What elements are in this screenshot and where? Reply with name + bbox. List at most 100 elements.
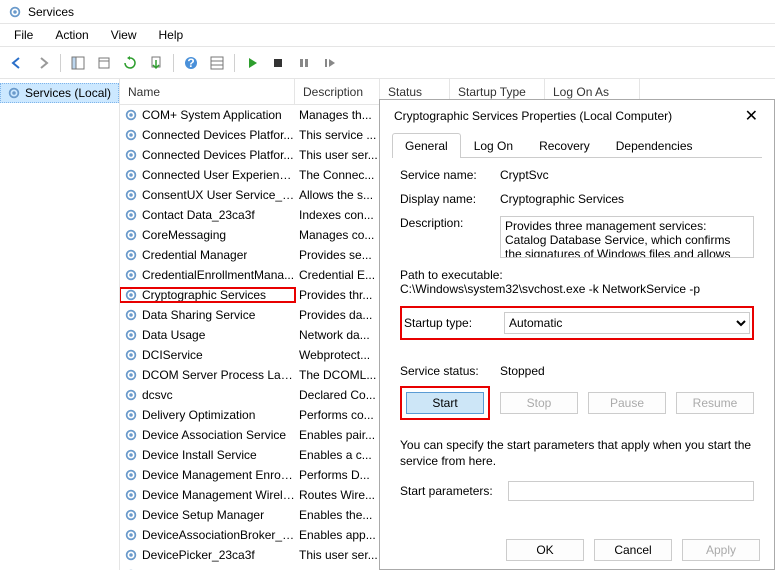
export-icon[interactable] bbox=[145, 52, 167, 74]
service-desc: Enables the... bbox=[295, 508, 380, 522]
service-desc: Provides se... bbox=[295, 248, 380, 262]
gear-icon bbox=[124, 448, 138, 462]
start-service-icon[interactable] bbox=[241, 52, 263, 74]
value-service-name: CryptSvc bbox=[500, 168, 754, 182]
dialog-titlebar: Cryptographic Services Properties (Local… bbox=[380, 100, 774, 132]
properties-icon[interactable] bbox=[93, 52, 115, 74]
gear-icon bbox=[7, 86, 21, 100]
service-name: Data Usage bbox=[142, 328, 205, 342]
tab-dependencies[interactable]: Dependencies bbox=[603, 133, 706, 158]
col-name[interactable]: Name bbox=[120, 79, 295, 104]
label-service-name: Service name: bbox=[400, 168, 500, 182]
service-name: Cryptographic Services bbox=[142, 288, 266, 302]
service-desc: Enables a c... bbox=[295, 448, 380, 462]
apply-button[interactable]: Apply bbox=[682, 539, 760, 561]
gear-icon bbox=[124, 248, 138, 262]
tree-root[interactable]: Services (Local) bbox=[0, 83, 119, 103]
service-name: CoreMessaging bbox=[142, 228, 226, 242]
service-desc: Webprotect... bbox=[295, 348, 380, 362]
service-name: Credential Manager bbox=[142, 248, 247, 262]
stop-service-icon[interactable] bbox=[267, 52, 289, 74]
dialog-footer: OK Cancel Apply bbox=[380, 531, 774, 569]
ok-button[interactable]: OK bbox=[506, 539, 584, 561]
app-icon bbox=[8, 5, 22, 19]
menu-file[interactable]: File bbox=[4, 26, 43, 44]
service-desc: Allows the s... bbox=[295, 188, 380, 202]
gear-icon bbox=[124, 128, 138, 142]
service-name: DCIService bbox=[142, 348, 203, 362]
menubar: File Action View Help bbox=[0, 24, 775, 47]
service-desc: The DCOML... bbox=[295, 368, 380, 382]
service-desc: The Connec... bbox=[295, 168, 380, 182]
detail-icon[interactable] bbox=[206, 52, 228, 74]
label-service-status: Service status: bbox=[400, 364, 500, 378]
service-desc: Network da... bbox=[295, 328, 380, 342]
label-start-params: Start parameters: bbox=[400, 484, 500, 498]
pause-service-icon[interactable] bbox=[293, 52, 315, 74]
gear-icon bbox=[124, 508, 138, 522]
service-name: DeviceAssociationBroker_23... bbox=[142, 528, 295, 542]
forward-icon[interactable] bbox=[32, 52, 54, 74]
service-desc: Routes Wire... bbox=[295, 488, 380, 502]
service-name: Device Setup Manager bbox=[142, 508, 264, 522]
toolbar: ? bbox=[0, 47, 775, 79]
help-icon[interactable]: ? bbox=[180, 52, 202, 74]
gear-icon bbox=[124, 548, 138, 562]
show-hide-tree-icon[interactable] bbox=[67, 52, 89, 74]
service-name: dcsvc bbox=[142, 388, 173, 402]
svg-text:?: ? bbox=[187, 56, 194, 70]
dialog-tabs: General Log On Recovery Dependencies bbox=[392, 132, 762, 158]
service-desc: Enables app... bbox=[295, 528, 380, 542]
menu-view[interactable]: View bbox=[101, 26, 147, 44]
gear-icon bbox=[124, 268, 138, 282]
service-name: Connected Devices Platfor... bbox=[142, 148, 293, 162]
service-desc: Declared Co... bbox=[295, 388, 380, 402]
dialog-form: Service name: CryptSvc Display name: Cry… bbox=[380, 158, 774, 531]
restart-service-icon[interactable] bbox=[319, 52, 341, 74]
gear-icon bbox=[124, 328, 138, 342]
service-name: Delivery Optimization bbox=[142, 408, 255, 422]
service-name: Device Install Service bbox=[142, 448, 257, 462]
service-desc: Provides da... bbox=[295, 308, 380, 322]
service-desc: Provides thr... bbox=[295, 288, 380, 302]
gear-icon bbox=[124, 468, 138, 482]
value-path: C:\Windows\system32\svchost.exe -k Netwo… bbox=[400, 282, 754, 296]
col-description[interactable]: Description bbox=[295, 79, 380, 104]
service-name: CredentialEnrollmentMana... bbox=[142, 268, 294, 282]
service-name: DevicePicker_23ca3f bbox=[142, 548, 255, 562]
close-icon[interactable]: ✕ bbox=[739, 106, 764, 126]
start-button[interactable]: Start bbox=[406, 392, 484, 414]
service-name: Contact Data_23ca3f bbox=[142, 208, 255, 222]
gear-icon bbox=[124, 168, 138, 182]
start-params-input[interactable] bbox=[508, 481, 754, 501]
gear-icon bbox=[124, 288, 138, 302]
service-desc: This user ser... bbox=[295, 548, 380, 562]
service-desc: Enables pair... bbox=[295, 428, 380, 442]
value-description[interactable]: Provides three management services: Cata… bbox=[500, 216, 754, 258]
tree-root-label: Services (Local) bbox=[25, 86, 111, 100]
stop-button[interactable]: Stop bbox=[500, 392, 578, 414]
gear-icon bbox=[124, 428, 138, 442]
tree-pane: Services (Local) bbox=[0, 79, 120, 570]
tab-general[interactable]: General bbox=[392, 133, 461, 158]
menu-action[interactable]: Action bbox=[45, 26, 98, 44]
pause-button[interactable]: Pause bbox=[588, 392, 666, 414]
value-service-status: Stopped bbox=[500, 364, 545, 378]
resume-button[interactable]: Resume bbox=[676, 392, 754, 414]
startup-type-select[interactable]: Automatic bbox=[504, 312, 750, 334]
back-icon[interactable] bbox=[6, 52, 28, 74]
label-startup-type: Startup type: bbox=[404, 316, 504, 330]
gear-icon bbox=[124, 388, 138, 402]
value-display-name: Cryptographic Services bbox=[500, 192, 754, 206]
startup-type-row: Startup type: Automatic bbox=[400, 306, 754, 340]
cancel-button[interactable]: Cancel bbox=[594, 539, 672, 561]
menu-help[interactable]: Help bbox=[149, 26, 194, 44]
gear-icon bbox=[124, 488, 138, 502]
tab-recovery[interactable]: Recovery bbox=[526, 133, 603, 158]
gear-icon bbox=[124, 408, 138, 422]
label-description: Description: bbox=[400, 216, 500, 230]
gear-icon bbox=[124, 228, 138, 242]
service-name: ConsentUX User Service_23... bbox=[142, 188, 295, 202]
refresh-icon[interactable] bbox=[119, 52, 141, 74]
tab-logon[interactable]: Log On bbox=[461, 133, 526, 158]
